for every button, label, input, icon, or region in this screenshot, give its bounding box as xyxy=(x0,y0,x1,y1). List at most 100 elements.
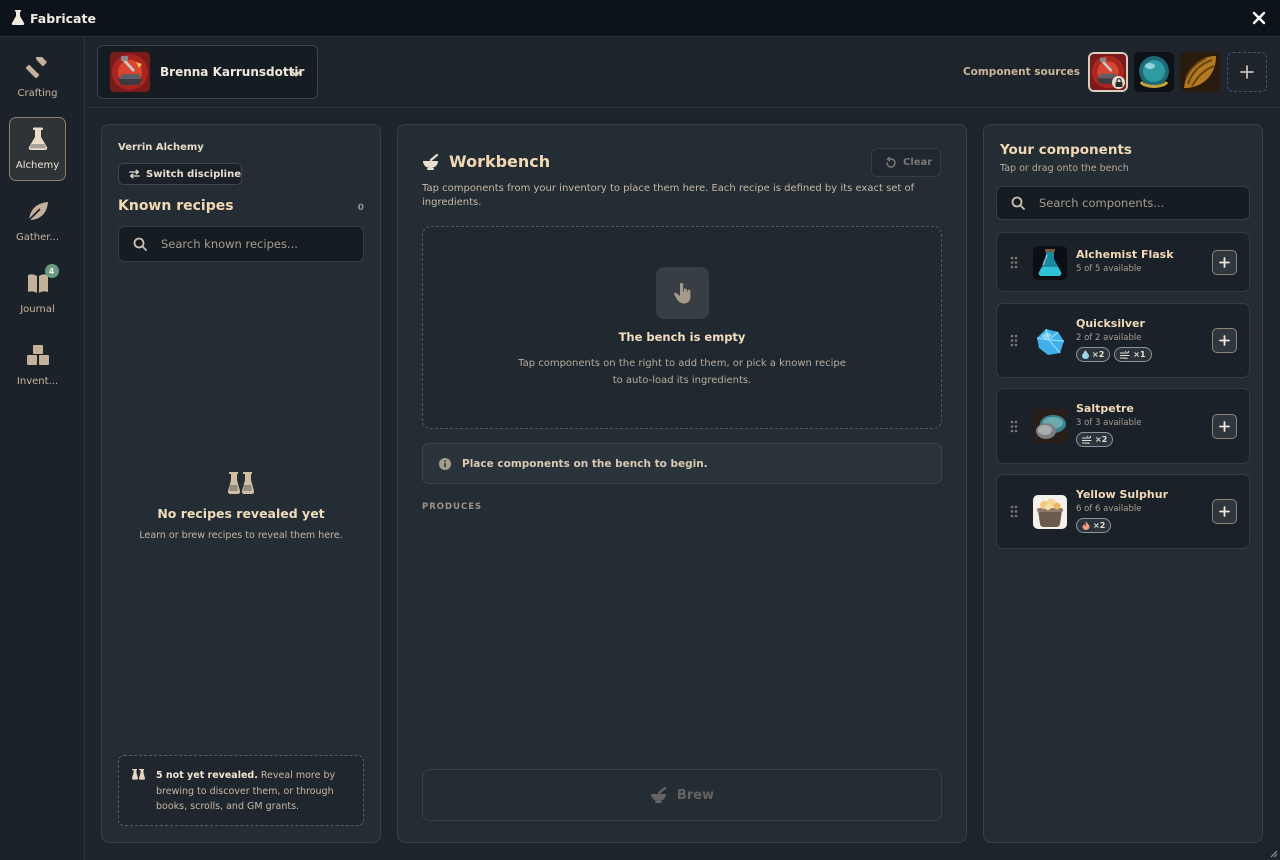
essence-chip: ×1 xyxy=(1114,347,1152,362)
component-name: Alchemist Flask xyxy=(1076,248,1174,261)
journal-badge: 4 xyxy=(44,264,59,278)
component-availability: 6 of 6 available xyxy=(1076,504,1142,514)
saltpetre-image xyxy=(1033,409,1067,443)
nav-item-journal[interactable]: 4 Journal xyxy=(9,262,66,326)
undo-icon xyxy=(886,156,896,168)
recipe-search-input[interactable] xyxy=(161,237,341,251)
bench-drop-zone[interactable]: The bench is empty Tap components on the… xyxy=(422,226,942,429)
add-component-button[interactable] xyxy=(1212,250,1237,275)
component-card-saltpetre[interactable]: Saltpetre 3 of 3 available ×2 xyxy=(996,388,1250,464)
empty-title: No recipes revealed yet xyxy=(157,506,325,521)
component-sources-label: Component sources xyxy=(962,66,1080,78)
hint-bold: 5 not yet revealed. xyxy=(156,770,258,781)
title-bar: Fabricate xyxy=(0,0,1280,37)
plus-icon xyxy=(1240,65,1254,79)
wind-icon xyxy=(1082,435,1092,444)
book-icon: 4 xyxy=(25,264,59,296)
produces-label: PRODUCES xyxy=(422,502,483,512)
components-title: Your components xyxy=(1000,142,1132,158)
add-component-button[interactable] xyxy=(1212,328,1237,353)
app-title: Fabricate xyxy=(30,10,96,26)
known-recipes-panel: Verrin Alchemy Switch discipline Known r… xyxy=(101,124,381,843)
known-recipes-count: 0 xyxy=(357,203,364,213)
source-orb[interactable] xyxy=(1134,52,1174,92)
boxes-icon xyxy=(25,342,51,368)
nav-label: Gather... xyxy=(15,232,60,243)
brew-label: Brew xyxy=(676,787,715,803)
drag-handle-icon[interactable] xyxy=(1010,256,1018,269)
essence-chip: ×2 xyxy=(1076,518,1112,533)
components-panel: Your components Tap or drag onto the ben… xyxy=(983,124,1263,843)
nav-label: Crafting xyxy=(17,88,58,99)
mortar-icon xyxy=(423,154,439,170)
flasks-icon xyxy=(131,769,145,780)
workbench-title: Workbench xyxy=(449,152,551,171)
bench-empty-title: The bench is empty xyxy=(618,330,746,344)
source-pelt[interactable] xyxy=(1180,52,1220,92)
bench-empty-subtitle: Tap components on the right to add them,… xyxy=(518,358,846,386)
nav-label: Journal xyxy=(20,304,55,315)
add-component-button[interactable] xyxy=(1212,499,1237,524)
workbench-panel: Workbench Clear Tap components from your… xyxy=(397,124,967,843)
yellow-sulphur-image xyxy=(1033,495,1067,529)
nav-item-alchemy[interactable]: Alchemy xyxy=(9,117,66,181)
lock-icon xyxy=(1112,76,1125,89)
side-nav: Crafting Alchemy Gather... 4 Journal Inv… xyxy=(0,37,85,860)
brew-button[interactable]: Brew xyxy=(422,769,942,821)
component-card-yellow-sulphur[interactable]: Yellow Sulphur 6 of 6 available ×2 xyxy=(996,474,1250,549)
plus-icon xyxy=(1219,257,1230,268)
plus-icon xyxy=(1219,506,1230,517)
essence-chip: ×2 xyxy=(1076,432,1114,447)
swap-icon xyxy=(129,169,140,179)
quicksilver-image xyxy=(1033,324,1067,358)
components-subtitle: Tap or drag onto the bench xyxy=(1000,163,1129,174)
info-icon xyxy=(439,457,451,470)
plus-icon xyxy=(1219,335,1230,346)
switch-discipline-label: Switch discipline xyxy=(146,168,241,180)
add-source-button[interactable] xyxy=(1227,52,1267,92)
nav-item-gathering[interactable]: Gather... xyxy=(9,190,66,254)
drag-handle-icon[interactable] xyxy=(1010,420,1018,433)
switch-discipline-button[interactable]: Switch discipline xyxy=(118,163,242,185)
nav-item-inventory[interactable]: Invent... xyxy=(9,334,66,398)
resize-grip-icon[interactable] xyxy=(1268,848,1278,858)
known-recipes-title: Known recipes xyxy=(118,198,234,214)
search-icon xyxy=(1011,196,1025,210)
essence-tags: ×2 xyxy=(1076,432,1114,447)
component-name: Quicksilver xyxy=(1076,317,1145,330)
component-availability: 5 of 5 available xyxy=(1076,264,1142,274)
leaf-icon xyxy=(25,198,51,224)
essence-tags: ×2 ×1 xyxy=(1076,347,1152,362)
component-name: Saltpetre xyxy=(1076,402,1134,415)
chevron-down-icon xyxy=(290,69,302,77)
plus-icon xyxy=(1219,421,1230,432)
header-bar: Brenna Karrunsdottir Component sources xyxy=(86,37,1280,108)
recipe-search[interactable] xyxy=(118,226,364,262)
component-card-alchemist-flask[interactable]: Alchemist Flask 5 of 5 available xyxy=(996,232,1250,292)
search-icon xyxy=(133,237,147,251)
add-component-button[interactable] xyxy=(1212,414,1237,439)
character-select[interactable]: Brenna Karrunsdottir xyxy=(97,45,318,99)
drag-handle-icon[interactable] xyxy=(1010,505,1018,518)
flask-icon xyxy=(11,10,25,25)
essence-tags: ×2 xyxy=(1076,518,1112,533)
component-search-input[interactable] xyxy=(1039,196,1219,210)
flask-icon xyxy=(25,126,51,152)
close-icon[interactable] xyxy=(1252,11,1266,25)
clear-button[interactable]: Clear xyxy=(871,148,941,177)
clear-label: Clear xyxy=(903,157,933,168)
drag-handle-icon[interactable] xyxy=(1010,334,1018,347)
bench-status-text: Place components on the bench to begin. xyxy=(462,457,708,470)
alchemist-flask-image xyxy=(1033,246,1067,280)
component-search[interactable] xyxy=(996,186,1250,220)
source-character[interactable] xyxy=(1088,52,1128,92)
flasks-icon xyxy=(227,472,255,494)
component-card-quicksilver[interactable]: Quicksilver 2 of 2 available ×2 ×1 xyxy=(996,303,1250,378)
droplet-icon xyxy=(1082,350,1089,359)
nav-item-crafting[interactable]: Crafting xyxy=(9,46,66,110)
discipline-name: Verrin Alchemy xyxy=(118,142,204,153)
essence-chip: ×2 xyxy=(1076,347,1111,362)
component-availability: 2 of 2 available xyxy=(1076,333,1142,343)
workbench-description: Tap components from your inventory to pl… xyxy=(422,183,915,208)
nav-label: Invent... xyxy=(16,376,59,387)
